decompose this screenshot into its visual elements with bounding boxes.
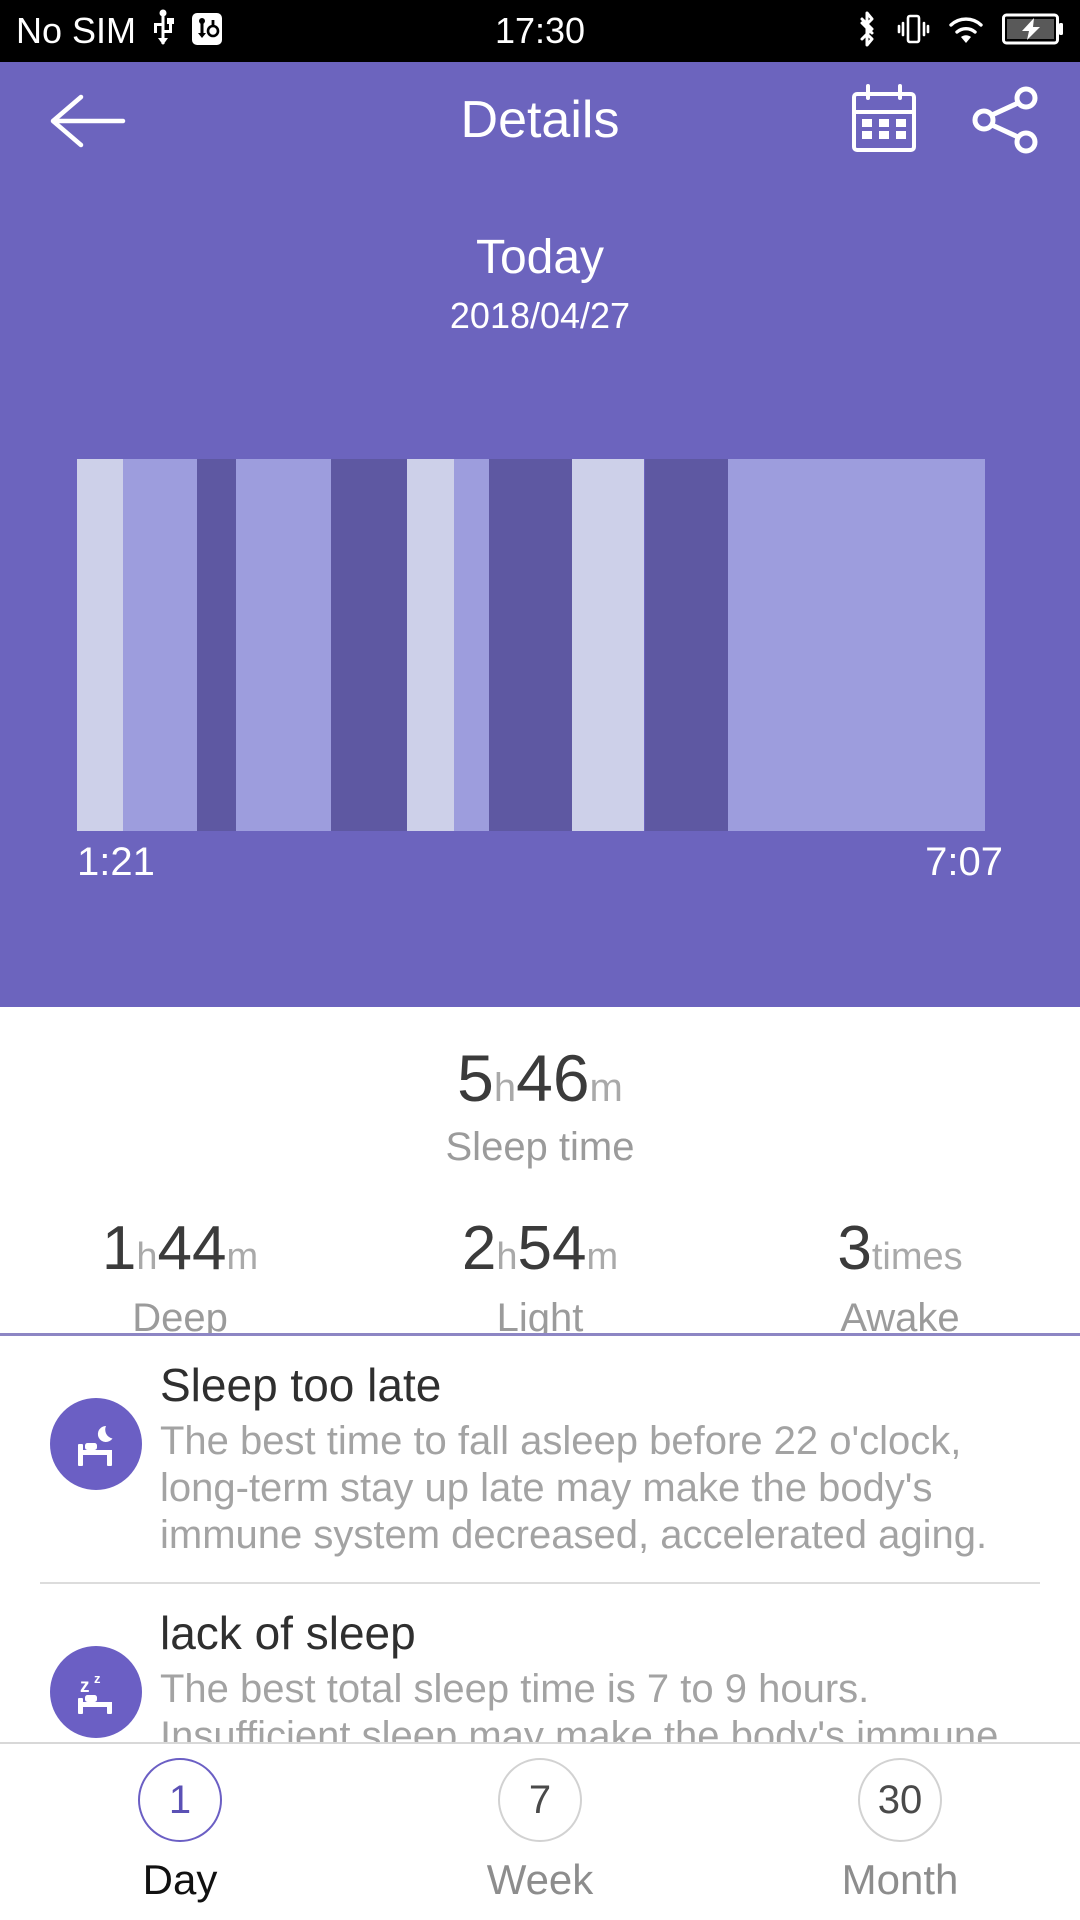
tab-day-number: 1 xyxy=(138,1758,222,1842)
svg-text:z: z xyxy=(94,1671,101,1686)
usb-icon xyxy=(150,9,176,54)
stat-awake-count-unit: times xyxy=(871,1236,963,1278)
stat-deep-hours-unit: h xyxy=(136,1236,158,1278)
total-sleep-hours: 5 xyxy=(457,1041,494,1115)
app-bar: Details xyxy=(0,62,1080,182)
sleep-segment-light xyxy=(453,459,490,831)
stat-awake-value: 3times xyxy=(720,1218,1080,1280)
chart-time-axis: 1:21 7:07 xyxy=(77,840,1003,885)
total-sleep-label: Sleep time xyxy=(445,1125,635,1169)
total-sleep-stat: 5h46m Sleep time xyxy=(0,1007,1080,1170)
tips-panel: Sleep too late The best time to fall asl… xyxy=(0,1336,1080,1778)
tab-day-label: Day xyxy=(142,1856,218,1903)
stat-deep: 1h44m Deep xyxy=(0,1218,360,1341)
sleep-segment-deep xyxy=(489,459,572,831)
tip-item[interactable]: Sleep too late The best time to fall asl… xyxy=(0,1336,1080,1576)
header-panel: Details Today 2018/04/27 1:21 7:07 xyxy=(0,62,1080,1007)
sleep-segment-awake xyxy=(406,459,454,831)
date-label: 2018/04/27 xyxy=(449,295,631,336)
stat-awake: 3times Awake xyxy=(720,1218,1080,1341)
sleep-segment-light xyxy=(123,459,197,831)
battery-charging-icon xyxy=(1002,12,1064,51)
sleep-chart[interactable] xyxy=(77,459,985,831)
usb-debug-icon xyxy=(190,9,224,54)
share-button[interactable] xyxy=(964,80,1048,164)
sleep-segment-awake xyxy=(77,459,124,831)
total-sleep-minutes: 46 xyxy=(516,1041,590,1115)
stat-deep-minutes: 44 xyxy=(157,1214,227,1283)
today-label: Today xyxy=(475,231,605,284)
tab-week-label: Week xyxy=(486,1856,594,1903)
stat-light-hours: 2 xyxy=(461,1214,497,1283)
stat-deep-minutes-unit: m xyxy=(226,1236,259,1278)
stat-light-minutes: 54 xyxy=(517,1214,587,1283)
vibrate-icon xyxy=(896,9,930,54)
sleep-segment-deep xyxy=(331,459,407,831)
app-bar-actions xyxy=(842,80,1048,164)
calendar-button[interactable] xyxy=(842,80,926,164)
stat-deep-value: 1h44m xyxy=(0,1218,360,1280)
tab-month[interactable]: 30 Month xyxy=(720,1744,1080,1920)
calendar-icon xyxy=(846,82,922,163)
tab-month-number: 30 xyxy=(858,1758,942,1842)
bluetooth-icon xyxy=(854,9,880,54)
status-bar-left: No SIM xyxy=(16,9,224,54)
tab-week-number: 7 xyxy=(498,1758,582,1842)
status-bar: No SIM 17:30 xyxy=(0,0,1080,62)
tab-month-label: Month xyxy=(841,1856,959,1903)
tip-title: lack of sleep xyxy=(160,1607,416,1660)
status-bar-right xyxy=(854,9,1064,54)
bed-moon-icon xyxy=(50,1398,142,1490)
carrier-label: No SIM xyxy=(16,10,137,51)
tip-title: Sleep too late xyxy=(160,1359,442,1411)
sleep-segment-light xyxy=(728,459,985,831)
sleep-segment-deep xyxy=(196,459,236,831)
total-sleep-hours-unit: h xyxy=(493,1066,517,1110)
stat-light-hours-unit: h xyxy=(496,1236,518,1278)
svg-text:z: z xyxy=(80,1676,90,1697)
chart-start-time: 1:21 xyxy=(77,840,155,884)
wifi-icon xyxy=(946,9,986,54)
stats-panel: 5h46m Sleep time 1h44m Deep 2h54m Light … xyxy=(0,1007,1080,1371)
sleep-segment-awake xyxy=(571,459,645,831)
bottom-tab-bar: 1 Day 7 Week 30 Month xyxy=(0,1742,1080,1920)
share-icon xyxy=(968,82,1044,163)
stat-light-minutes-unit: m xyxy=(586,1236,619,1278)
tab-day[interactable]: 1 Day xyxy=(0,1744,360,1920)
tab-week[interactable]: 7 Week xyxy=(360,1744,720,1920)
total-sleep-value: 5h46m xyxy=(0,1045,1080,1111)
stat-deep-hours: 1 xyxy=(101,1214,137,1283)
stat-light-value: 2h54m xyxy=(360,1218,720,1280)
sleeping-zz-icon: z z xyxy=(50,1646,142,1739)
tip-body: The best time to fall asleep before 22 o… xyxy=(160,1419,988,1557)
stat-light: 2h54m Light xyxy=(360,1218,720,1341)
sleep-segment-deep xyxy=(644,459,729,831)
total-sleep-minutes-unit: m xyxy=(589,1066,623,1110)
chart-end-time: 7:07 xyxy=(925,840,1003,884)
stat-awake-count: 3 xyxy=(837,1214,872,1283)
sleep-segment-light xyxy=(235,459,332,831)
sleep-chart-bands xyxy=(77,459,985,831)
